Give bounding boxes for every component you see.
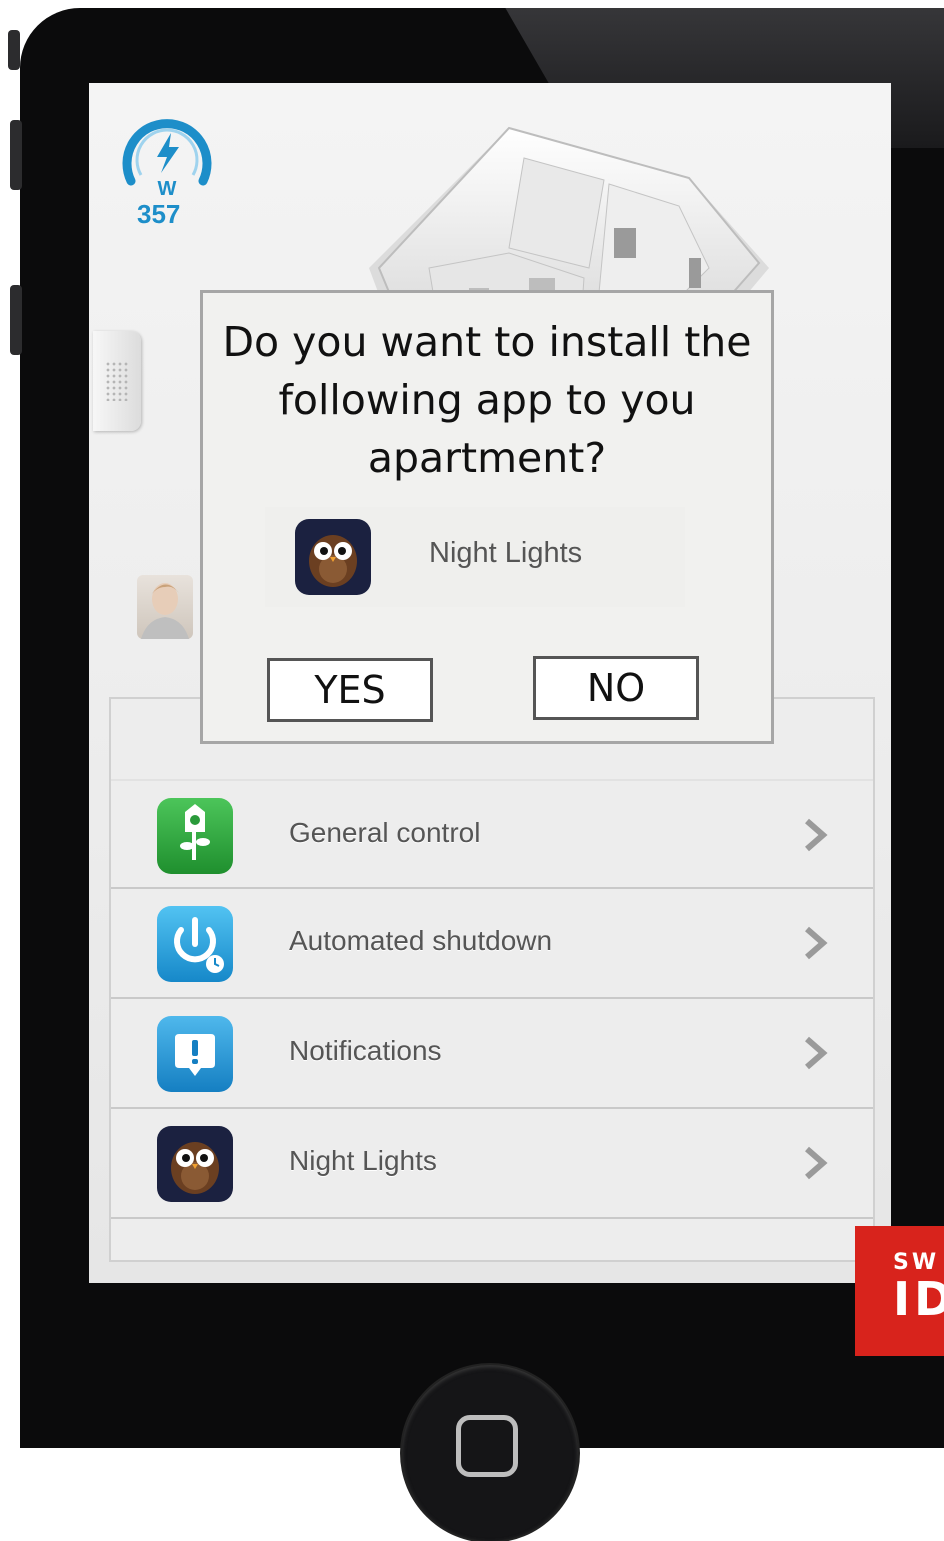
side-drawer-handle[interactable]: [93, 331, 141, 431]
power-gauge-icon: W: [122, 119, 212, 200]
exclamation-bubble-icon: [157, 1016, 233, 1092]
volume-down-button: [10, 285, 22, 355]
dialog-app-row: Night Lights: [265, 507, 685, 607]
list-item-label: Night Lights: [289, 1145, 437, 1176]
home-button[interactable]: [402, 1365, 578, 1541]
person-icon: [141, 583, 189, 639]
power-timer-icon: [157, 906, 233, 982]
list-item-label: General control: [289, 817, 481, 848]
list-item-night-lights[interactable]: Night Lights: [111, 1109, 873, 1219]
lightning-icon: [157, 133, 179, 173]
power-unit: W: [158, 178, 177, 200]
house-flower-icon: [157, 798, 233, 874]
dialog-message: Do you want to install the following app…: [222, 318, 752, 482]
swiss-id-logo: SW ID: [855, 1226, 944, 1356]
home-square-icon: [456, 1415, 518, 1477]
yes-button[interactable]: YES: [267, 658, 433, 722]
list-item-label: Notifications: [289, 1035, 442, 1066]
chevron-right-icon: [805, 1036, 828, 1070]
power-meter[interactable]: W 357: [117, 111, 217, 231]
owl-icon: [295, 519, 371, 595]
list-item-label: Automated shutdown: [289, 925, 553, 956]
logo-text-bottom: ID: [893, 1272, 944, 1326]
no-button[interactable]: NO: [533, 656, 699, 720]
list-item-general-control[interactable]: General control: [111, 779, 873, 889]
chevron-right-icon: [805, 1146, 828, 1180]
app-list-panel: General control Automated shutdown Notif…: [109, 697, 875, 1262]
list-item-automated-shutdown[interactable]: Automated shutdown: [111, 889, 873, 999]
grip-dots-icon: [105, 361, 129, 401]
chevron-right-icon: [805, 926, 828, 960]
owl-icon: [157, 1126, 233, 1202]
install-app-dialog: Do you want to install the following app…: [200, 290, 774, 744]
mute-switch: [8, 30, 20, 70]
chevron-right-icon: [805, 818, 828, 852]
power-value: 357: [137, 199, 181, 229]
volume-up-button: [10, 120, 22, 190]
list-item-notifications[interactable]: Notifications: [111, 999, 873, 1109]
dialog-app-name: Night Lights: [429, 537, 583, 569]
user-avatar[interactable]: [137, 575, 193, 639]
